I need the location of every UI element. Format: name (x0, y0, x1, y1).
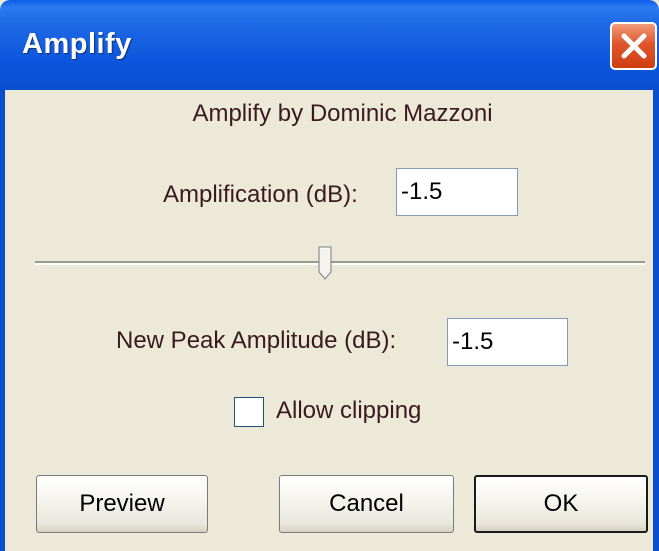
ok-button[interactable]: OK (474, 475, 648, 533)
window-frame-right (653, 90, 659, 551)
allow-clipping-checkbox[interactable] (234, 397, 264, 427)
title-bar[interactable]: Amplify (0, 0, 659, 90)
close-button[interactable] (610, 22, 657, 70)
new-peak-amplitude-label: New Peak Amplitude (dB): (116, 327, 397, 354)
cancel-button[interactable]: Cancel (279, 475, 454, 533)
amplification-slider-track[interactable] (35, 261, 645, 265)
window-title: Amplify (22, 28, 132, 60)
amplification-label: Amplification (dB): (163, 181, 358, 208)
amplification-slider-thumb[interactable] (318, 246, 332, 280)
dialog-heading: Amplify by Dominic Mazzoni (192, 100, 493, 127)
window-frame-left (0, 90, 5, 551)
preview-button[interactable]: Preview (36, 475, 208, 533)
close-icon (621, 33, 646, 59)
allow-clipping-label[interactable]: Allow clipping (276, 397, 421, 425)
new-peak-amplitude-input[interactable] (447, 318, 568, 366)
amplify-dialog: Amplify Amplify by Dominic Mazzoni Ampli… (0, 0, 659, 551)
amplification-input[interactable] (396, 168, 518, 216)
